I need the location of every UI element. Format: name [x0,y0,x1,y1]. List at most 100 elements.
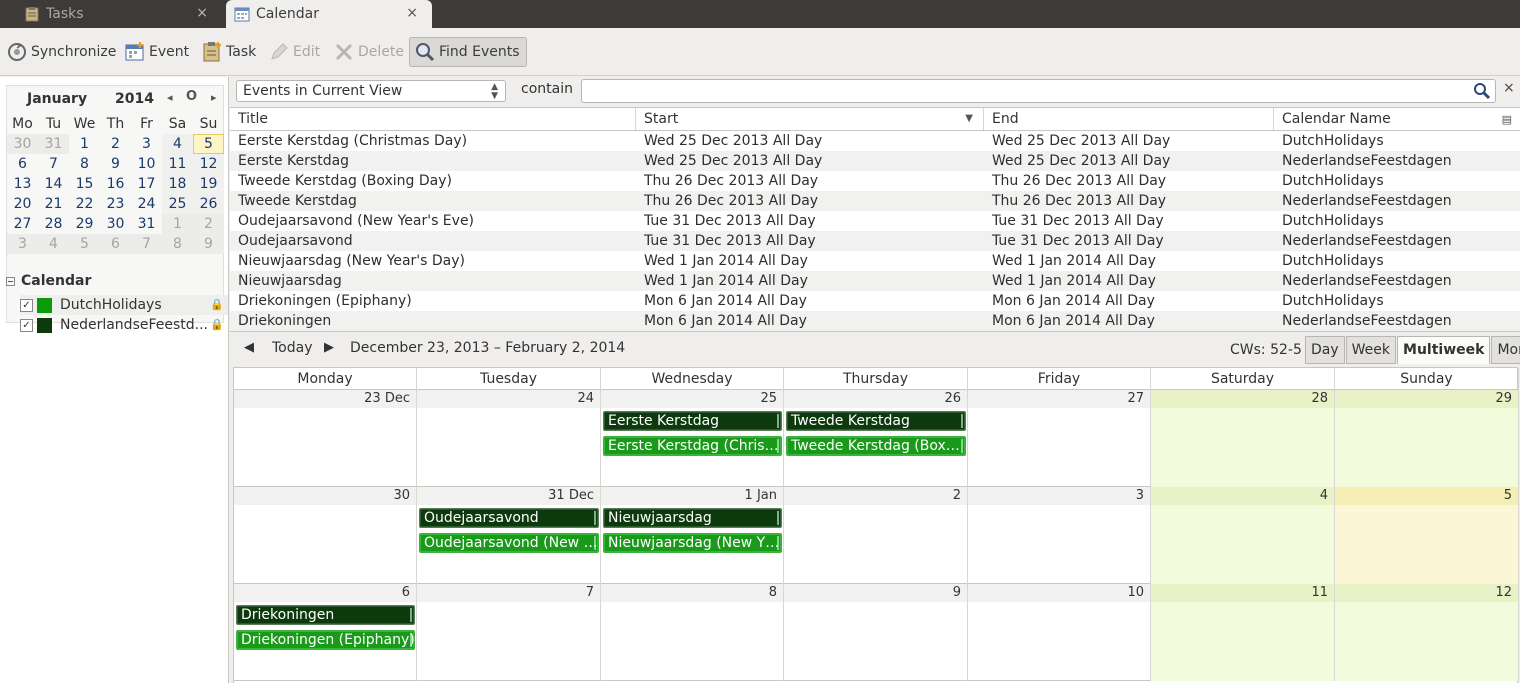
minimonth-day[interactable]: 25 [162,194,193,214]
event-box[interactable]: Nieuwjaarsdag (New Y… [603,533,782,553]
view-tab-week[interactable]: Week [1345,336,1397,364]
delete-button[interactable]: Delete [333,37,404,67]
new-event-button[interactable]: Event [124,37,189,67]
minimonth-day[interactable]: 18 [162,174,193,194]
minimonth-day[interactable]: 7 [38,154,69,174]
day-number-label[interactable]: 25 [601,390,783,408]
table-row[interactable]: Eerste Kerstdag (Christmas Day) Wed 25 De… [230,131,1520,151]
event-box[interactable]: Tweede Kerstdag [786,411,966,431]
day-number-label[interactable]: 11 [1151,584,1334,602]
previous-arrow-icon[interactable]: ◀ [244,340,254,355]
minimonth-day[interactable]: 19 [193,174,224,194]
column-header-start[interactable]: Start ▼ [636,108,984,130]
minimonth-day[interactable]: 2 [100,134,131,154]
minimonth-day[interactable]: 9 [100,154,131,174]
view-tab-month[interactable]: Month [1491,336,1520,364]
day-number-label[interactable]: 23 Dec [234,390,416,408]
day-box[interactable]: 12 [1335,584,1519,681]
event-box[interactable]: Driekoningen (Epiphany) [236,630,415,650]
table-row[interactable]: Nieuwjaarsdag Wed 1 Jan 2014 All Day Wed 1… [230,271,1520,291]
day-number-label[interactable]: 1 Jan [601,487,783,505]
day-number-label[interactable]: 6 [234,584,416,602]
minimonth-day[interactable]: 24 [131,194,162,214]
minimonth-day[interactable]: 11 [162,154,193,174]
minimonth-day[interactable]: 5 [69,234,100,254]
day-box[interactable]: 8 [601,584,784,681]
tab-tasks[interactable]: Tasks × [0,0,222,28]
minimonth-day[interactable]: 14 [38,174,69,194]
day-number-label[interactable]: 8 [601,584,783,602]
table-row[interactable]: Oudejaarsavond (New Year's Eve) Tue 31 De… [230,211,1520,231]
day-box[interactable]: 10 [968,584,1151,681]
day-box[interactable]: 9 [784,584,968,681]
day-box[interactable]: 7 [417,584,601,681]
minimonth-day[interactable]: 30 [7,134,38,154]
synchronize-button[interactable]: Synchronize [6,37,116,67]
table-row[interactable]: Eerste Kerstdag Wed 25 Dec 2013 All Day We… [230,151,1520,171]
event-box[interactable]: Driekoningen [236,605,415,625]
minimonth-day[interactable]: 5 [193,134,224,154]
table-row[interactable]: Oudejaarsavond Tue 31 Dec 2013 All Day Tue… [230,231,1520,251]
table-row[interactable]: Driekoningen (Epiphany) Mon 6 Jan 2014 Al… [230,291,1520,311]
chevron-right-icon[interactable]: ▸ [211,91,217,104]
day-number-label[interactable]: 5 [1335,487,1518,505]
chevron-left-icon[interactable]: ◂ [167,91,173,104]
day-box[interactable]: 27 [968,390,1151,487]
day-box[interactable]: 28 [1151,390,1335,487]
day-number-label[interactable]: 4 [1151,487,1334,505]
calendar-list-heading[interactable]: Calendar [6,273,91,289]
view-tab-day[interactable]: Day [1305,336,1345,364]
tab-calendar[interactable]: Calendar × [226,0,432,28]
minimonth-day[interactable]: 1 [69,134,100,154]
column-header-title[interactable]: Title [230,108,636,130]
day-number-label[interactable]: 7 [417,584,600,602]
day-number-label[interactable]: 26 [784,390,967,408]
minimonth-day[interactable]: 20 [7,194,38,214]
event-box[interactable]: Oudejaarsavond [419,508,599,528]
day-number-label[interactable]: 2 [784,487,967,505]
minimonth-day[interactable]: 17 [131,174,162,194]
minimonth-day[interactable]: 13 [7,174,38,194]
minimonth-day[interactable]: 15 [69,174,100,194]
day-number-label[interactable]: 31 Dec [417,487,600,505]
new-task-button[interactable]: Task [201,37,256,67]
column-header-end[interactable]: End [984,108,1274,130]
minimonth-day[interactable]: 3 [131,134,162,154]
minimonth-day[interactable]: 6 [100,234,131,254]
event-box[interactable]: Tweede Kerstdag (Box… [786,436,966,456]
day-number-label[interactable]: 3 [968,487,1150,505]
calendar-item-nederlandsefeestdagen[interactable]: ✓ NederlandseFeestd... 🔒 [20,315,228,335]
minimonth-day[interactable]: 23 [100,194,131,214]
minimonth-day[interactable]: 9 [193,234,224,254]
close-icon[interactable]: × [406,5,418,21]
view-tab-multiweek[interactable]: Multiweek [1397,336,1491,364]
minimonth-day[interactable]: 21 [38,194,69,214]
minimonth-day[interactable]: 7 [131,234,162,254]
close-icon[interactable]: × [1503,80,1515,96]
table-row[interactable]: Tweede Kerstdag (Boxing Day) Thu 26 Dec 2… [230,171,1520,191]
minimonth-day[interactable]: 8 [162,234,193,254]
minimonth-day[interactable]: 4 [38,234,69,254]
day-number-label[interactable]: 10 [968,584,1150,602]
day-box[interactable]: 5 [1335,487,1519,584]
day-number-label[interactable]: 9 [784,584,967,602]
minimonth-day[interactable]: 31 [38,134,69,154]
minimonth-month[interactable]: January [27,91,87,107]
checkbox[interactable]: ✓ [20,298,33,312]
table-row[interactable]: Driekoningen Mon 6 Jan 2014 All Day Mon 6 … [230,311,1520,331]
search-icon[interactable] [1473,82,1491,100]
calendar-item-dutchholidays[interactable]: ✓ DutchHolidays 🔒 [20,295,228,315]
table-row[interactable]: Tweede Kerstdag Thu 26 Dec 2013 All Day Th… [230,191,1520,211]
today-button[interactable]: Today [272,340,313,356]
day-box[interactable]: 2 [784,487,968,584]
filter-select[interactable]: Events in Current View ▲ ▼ [236,80,506,102]
minimonth-day[interactable]: 8 [69,154,100,174]
day-box[interactable]: 11 [1151,584,1335,681]
day-box[interactable]: 29 [1335,390,1519,487]
today-circle-icon[interactable]: O [186,89,197,104]
minimonth-day[interactable]: 26 [193,194,224,214]
minimonth-day[interactable]: 3 [7,234,38,254]
event-box[interactable]: Eerste Kerstdag (Chris… [603,436,782,456]
minimonth-day[interactable]: 4 [162,134,193,154]
close-icon[interactable]: × [196,5,208,21]
